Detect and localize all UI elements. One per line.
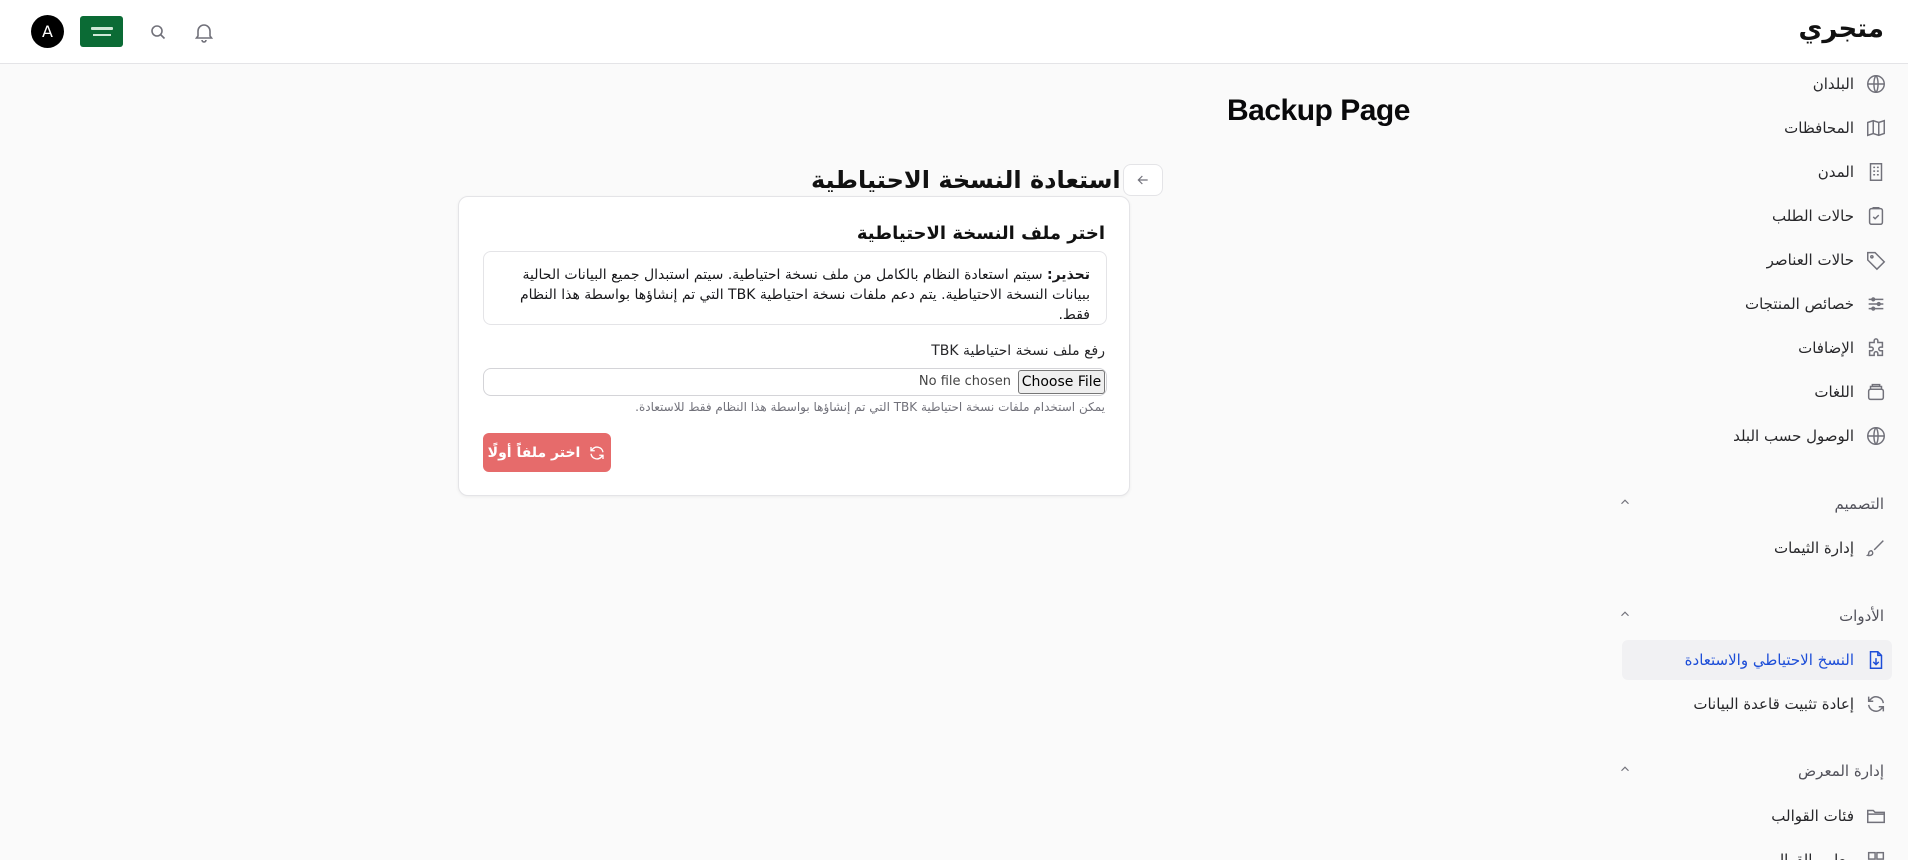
sidebar-item-themes[interactable]: إدارة الثيمات [1622, 528, 1892, 568]
upload-label: رفع ملف نسخة احتياطية TBK [931, 343, 1105, 359]
sidebar-item-template-standards[interactable]: معايير القوالب [1622, 840, 1892, 860]
layers-icon [1864, 380, 1888, 404]
warning-box: تحذير: سيتم استعادة النظام بالكامل من مل… [483, 251, 1107, 325]
sidebar-item-label: إدارة الثيمات [1773, 539, 1854, 557]
sidebar-item-label: النسخ الاحتياطي والاستعادة [1684, 651, 1854, 669]
back-button[interactable] [1122, 164, 1163, 196]
sidebar-item-reinstall-db[interactable]: إعادة تثبيت قاعدة البيانات [1622, 684, 1892, 724]
section-tools[interactable]: الأدوات [1618, 601, 1884, 631]
file-download-icon [1864, 648, 1888, 672]
map-icon [1864, 116, 1888, 140]
refresh-icon [590, 446, 605, 459]
sidebar-item-label: فئات القوالب [1771, 807, 1854, 825]
warning-label: تحذير: [1047, 267, 1090, 283]
no-file-text: No file chosen [918, 374, 1011, 389]
sidebar-item-plugins[interactable]: الإضافات [1622, 328, 1892, 368]
sidebar-item-label: اللغات [1814, 383, 1854, 401]
sidebar-item-item-statuses[interactable]: حالات العناصر [1622, 240, 1892, 280]
folder-icon [1864, 804, 1888, 828]
sidebar-item-country-access[interactable]: الوصول حسب البلد [1622, 416, 1892, 456]
sidebar-item-label: المحافظات [1784, 119, 1854, 137]
sidebar-item-countries[interactable]: البلدان [1622, 64, 1892, 104]
restore-submit-button[interactable]: اختر ملفاً أولًا [483, 433, 611, 472]
sidebar-item-label: خصائص المنتجات [1744, 295, 1854, 313]
globe-icon [1864, 424, 1888, 448]
section-title: التصميم [1834, 495, 1884, 513]
choose-file-button[interactable]: Choose File [1018, 370, 1105, 394]
sidebar: البلدان المحافظات المدن حالات الطلب حالا… [1618, 64, 1908, 860]
tag-icon [1864, 248, 1888, 272]
search-icon[interactable] [146, 20, 170, 44]
chevron-up-icon [1618, 495, 1632, 513]
section-gallery[interactable]: إدارة المعرض [1618, 756, 1884, 786]
clipboard-check-icon [1864, 204, 1888, 228]
sidebar-item-order-statuses[interactable]: حالات الطلب [1622, 196, 1892, 236]
sidebar-item-label: الإضافات [1798, 339, 1854, 357]
globe-icon [1864, 72, 1888, 96]
section-title: الأدوات [1839, 607, 1884, 625]
help-text: يمكن استخدام ملفات نسخة احتياطية TBK الت… [635, 400, 1105, 414]
chevron-up-icon [1618, 607, 1632, 625]
building-icon [1864, 160, 1888, 184]
sidebar-item-languages[interactable]: اللغات [1622, 372, 1892, 412]
refresh-icon [1864, 692, 1888, 716]
top-bar: A متجري [0, 0, 1908, 64]
submit-label: اختر ملفاً أولًا [487, 444, 581, 461]
brand-logo[interactable]: متجري [1799, 14, 1884, 44]
arrow-left-icon [1137, 175, 1148, 185]
warning-text: سيتم استعادة النظام بالكامل من ملف نسخة … [519, 267, 1090, 323]
sidebar-item-backup-restore[interactable]: النسخ الاحتياطي والاستعادة [1622, 640, 1892, 680]
sidebar-item-label: معايير القوالب [1764, 851, 1854, 860]
sidebar-item-template-categories[interactable]: فئات القوالب [1622, 796, 1892, 836]
sidebar-item-governorates[interactable]: المحافظات [1622, 108, 1892, 148]
grid-icon [1864, 848, 1888, 860]
page-title: Backup Page [1227, 94, 1410, 127]
page-header: استعادة النسخة الاحتياطية [811, 162, 1163, 198]
avatar[interactable]: A [31, 15, 64, 48]
section-design[interactable]: التصميم [1618, 489, 1884, 519]
sidebar-item-label: حالات الطلب [1771, 207, 1854, 225]
card-title: اختر ملف النسخة الاحتياطية [856, 223, 1105, 244]
sidebar-item-label: الوصول حسب البلد [1733, 427, 1854, 445]
restore-card: اختر ملف النسخة الاحتياطية تحذير: سيتم ا… [458, 196, 1130, 496]
sidebar-item-label: المدن [1817, 163, 1854, 181]
bell-icon[interactable] [192, 20, 216, 44]
sidebar-item-label: البلدان [1812, 75, 1854, 93]
restore-heading: استعادة النسخة الاحتياطية [811, 166, 1121, 194]
sidebar-item-label: حالات العناصر [1766, 251, 1854, 269]
section-title: إدارة المعرض [1798, 762, 1884, 780]
sidebar-item-label: إعادة تثبيت قاعدة البيانات [1693, 695, 1854, 713]
file-input[interactable]: Choose File No file chosen [483, 368, 1107, 396]
chevron-up-icon [1618, 762, 1632, 780]
puzzle-icon [1864, 336, 1888, 360]
sidebar-item-product-attributes[interactable]: خصائص المنتجات [1622, 284, 1892, 324]
flag-icon[interactable] [80, 16, 123, 47]
brush-icon [1864, 536, 1888, 560]
sliders-icon [1864, 292, 1888, 316]
sidebar-item-cities[interactable]: المدن [1622, 152, 1892, 192]
